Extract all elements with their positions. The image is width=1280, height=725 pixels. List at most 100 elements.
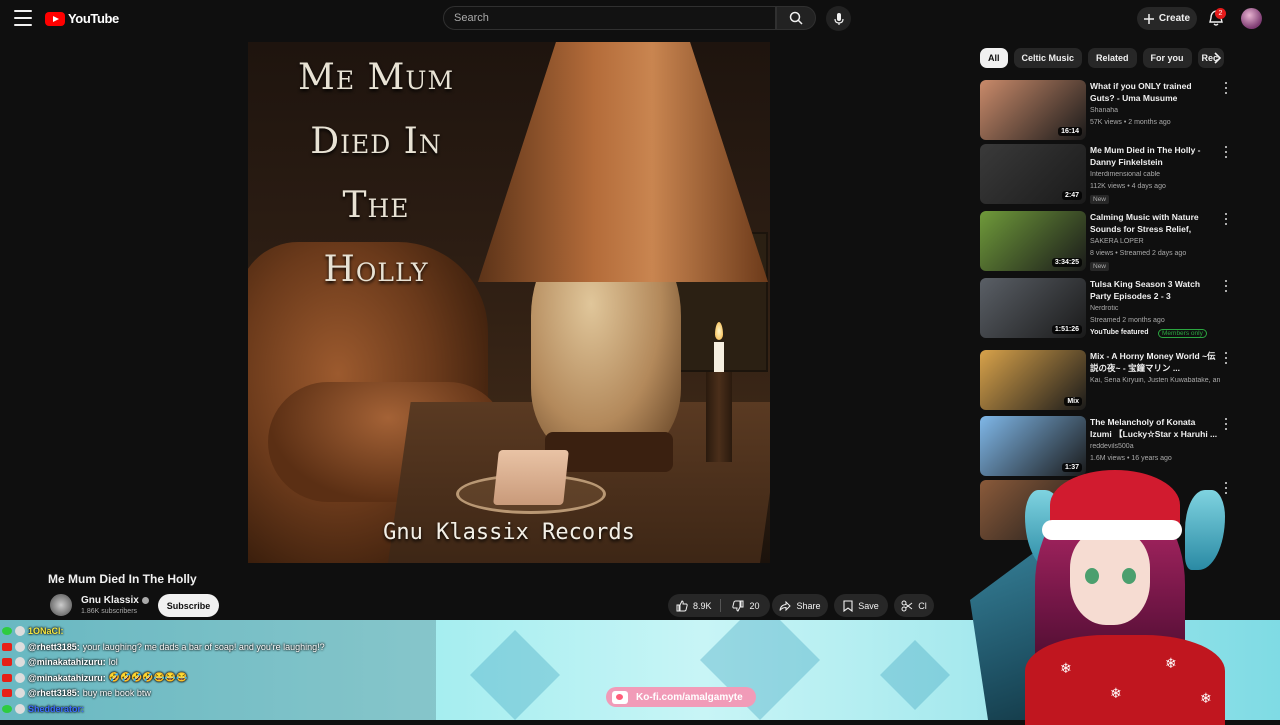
album-title-line: The: [342, 185, 410, 226]
snowflake-icon: ❄: [1110, 685, 1122, 701]
chip-all[interactable]: All: [980, 48, 1008, 68]
video-duration: 2:47: [1061, 191, 1082, 200]
create-button[interactable]: Create: [1137, 7, 1197, 30]
chat-message: @minakatahizuru: lol: [2, 655, 118, 669]
avatar-horn-right: [1185, 490, 1225, 570]
scissors-icon: [901, 600, 913, 611]
video-player[interactable]: Me Mum Died In The Holly Gnu Klassix Rec…: [248, 42, 770, 563]
more-options-icon[interactable]: [1223, 352, 1229, 364]
recommendation-channel[interactable]: Kai, Sena Kiryuin, Justen Kuwabatake, an…: [1090, 377, 1220, 384]
album-title-line: Holly: [323, 249, 429, 290]
chip-celtic-music[interactable]: Celtic Music: [1013, 48, 1083, 68]
recommendation-item[interactable]: 3:34:25 Calming Music with Nature Sounds …: [980, 211, 1230, 271]
chat-text: 🤣🤣🤣🤣😂😂😂: [108, 672, 188, 682]
chat-avatar: [15, 672, 25, 683]
album-art-title: Me Mum Died In The Holly: [266, 46, 486, 302]
chip-related[interactable]: Related: [1088, 48, 1137, 68]
christmas-sweater: [1025, 635, 1225, 725]
search-input[interactable]: Search: [443, 6, 776, 30]
like-divider: [720, 599, 721, 612]
thumbs-up-icon[interactable]: [676, 599, 688, 612]
recommendation-title[interactable]: Calming Music with Nature Sounds for Str…: [1090, 211, 1218, 236]
thumbs-down-icon: [732, 600, 744, 612]
chat-avatar: [15, 688, 25, 698]
more-options-icon[interactable]: [1223, 146, 1229, 158]
chat-message: Shedderator:: [2, 702, 87, 716]
recommendation-thumbnail[interactable]: 3:34:25: [980, 211, 1086, 271]
chat-message: 1ONaCl:: [2, 624, 67, 638]
twitch-platform-icon: [2, 627, 12, 635]
stream-chat: 1ONaCl: @rhett3185: your laughing? me dads…: [0, 620, 436, 720]
more-options-icon[interactable]: [1223, 82, 1229, 94]
chat-username: 1ONaCl:: [28, 626, 64, 636]
save-button[interactable]: Save: [834, 594, 888, 617]
recommendation-channel[interactable]: SAKERA LOPER: [1090, 238, 1220, 245]
youtube-platform-icon: [2, 689, 12, 697]
recommendation-title[interactable]: Me Mum Died in The Holly - Danny Finkels…: [1090, 144, 1218, 168]
kofi-link-banner[interactable]: Ko-fi.com/amalgamyte: [606, 687, 756, 707]
more-options-icon[interactable]: [1223, 418, 1229, 430]
recommendation-title[interactable]: What if you ONLY trained Guts? - Uma Mus…: [1090, 80, 1218, 104]
snowflake-icon: ❄: [1060, 660, 1072, 676]
recommendation-thumbnail[interactable]: 16:14: [980, 80, 1086, 140]
chat-avatar: [15, 626, 25, 636]
recommendation-title[interactable]: The Melancholy of Konata Izumi 【Lucky☆St…: [1090, 416, 1218, 440]
microphone-icon: [833, 12, 844, 25]
recommendation-item[interactable]: 2:47 Me Mum Died in The Holly - Danny Fin…: [980, 144, 1230, 204]
logo-text: YouTube: [68, 11, 119, 26]
clip-button[interactable]: Cl: [894, 594, 934, 617]
chat-message: @minakatahizuru: 🤣🤣🤣🤣😂😂😂: [2, 671, 187, 685]
more-options-icon[interactable]: [1223, 213, 1229, 225]
recommendation-channel[interactable]: Nerdrotic: [1090, 305, 1220, 312]
new-badge: New: [1090, 195, 1110, 204]
youtube-platform-icon: [2, 673, 12, 682]
chat-username: @minakatahizuru:: [28, 657, 106, 667]
avatar-eye-right: [1122, 568, 1136, 584]
recommendation-item[interactable]: 1:51:26 Tulsa King Season 3 Watch Party E…: [980, 278, 1230, 338]
video-duration: Mix: [1064, 397, 1082, 406]
chevron-right-icon[interactable]: [1210, 51, 1224, 65]
subscribe-button[interactable]: Subscribe: [158, 594, 219, 617]
recommendation-channel[interactable]: Interdimensional cable: [1090, 171, 1220, 178]
chat-text: lol: [108, 657, 118, 667]
video-title: Me Mum Died In The Holly: [48, 572, 197, 586]
recommendation-title[interactable]: Tulsa King Season 3 Watch Party Episodes…: [1090, 278, 1218, 302]
chip-for-you[interactable]: For you: [1142, 48, 1192, 68]
vtuber-avatar: ❄ ❄ ❄ ❄: [930, 450, 1280, 725]
recommendation-thumbnail[interactable]: 2:47: [980, 144, 1086, 204]
recommendation-channel[interactable]: reddevils500a: [1090, 443, 1220, 450]
recommendation-channel[interactable]: Shanaha: [1090, 107, 1220, 114]
recommendation-title[interactable]: Mix - A Horny Money World ~伝説の夜~ - 宝鐘マリン…: [1090, 350, 1218, 374]
video-duration: 3:34:25: [1051, 258, 1082, 267]
more-options-icon[interactable]: [1223, 280, 1229, 292]
recommendation-meta: 57K views • 2 months ago: [1090, 119, 1171, 126]
channel-name-link[interactable]: Gnu Klassix: [81, 595, 149, 606]
menu-icon[interactable]: [14, 10, 32, 26]
members-only-badge: Members only: [1158, 329, 1207, 338]
avatar-eye-left: [1085, 568, 1099, 584]
chat-avatar: [15, 657, 25, 667]
like-count[interactable]: 8.9K: [693, 601, 712, 611]
channel-avatar[interactable]: [50, 594, 72, 616]
chat-username: @rhett3185:: [28, 641, 80, 652]
recommendation-item[interactable]: Mix Mix - A Horny Money World ~伝説の夜~ - 宝鐘…: [980, 350, 1230, 410]
recommendation-item[interactable]: 16:14 What if you ONLY trained Guts? - Um…: [980, 80, 1230, 140]
youtube-logo[interactable]: YouTube: [45, 11, 119, 26]
youtube-play-icon: [45, 11, 65, 26]
video-duration: 1:51:26: [1051, 325, 1082, 334]
search-button[interactable]: [776, 6, 816, 30]
candle-stand: [706, 372, 732, 462]
chat-message: @rhett3185: your laughing? me dads a bar …: [2, 640, 325, 654]
search-icon: [789, 11, 803, 25]
chat-message: @rhett3185: buy me book btw: [2, 686, 151, 700]
snowflake-icon: ❄: [1200, 690, 1212, 706]
recommendation-thumbnail[interactable]: Mix: [980, 350, 1086, 410]
video-duration: 16:14: [1058, 127, 1082, 136]
recommendation-thumbnail[interactable]: 1:51:26: [980, 278, 1086, 338]
twitch-platform-icon: [2, 704, 12, 713]
voice-search-button[interactable]: [826, 6, 851, 31]
dislike-button[interactable]: 20: [722, 594, 770, 617]
verified-icon: [141, 597, 149, 604]
share-button[interactable]: Share: [772, 594, 828, 617]
user-avatar[interactable]: [1241, 8, 1262, 29]
